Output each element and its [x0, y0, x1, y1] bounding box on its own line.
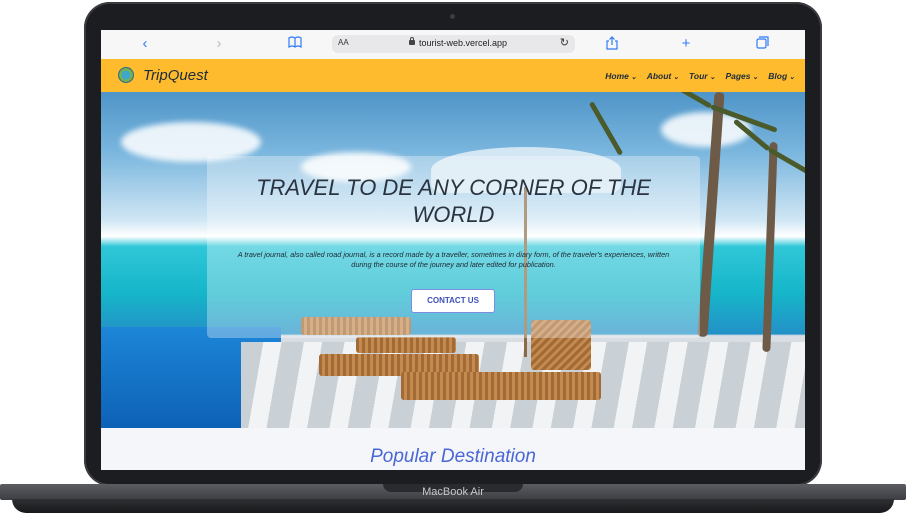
menu-item-pages[interactable]: Pages	[725, 71, 758, 81]
menu-item-home[interactable]: Home	[605, 71, 636, 81]
globe-logo-icon[interactable]	[118, 67, 134, 83]
bookmarks-icon[interactable]	[287, 36, 303, 52]
palm-frond	[657, 92, 713, 109]
lock-icon	[409, 37, 415, 45]
site-navbar: TripQuest Home About Tour Pages Blog	[101, 59, 805, 92]
hero-title: TRAVEL TO DE ANY CORNER OF THE WORLD	[256, 175, 651, 227]
tabs-overview-icon[interactable]	[754, 36, 770, 52]
menu-item-blog[interactable]: Blog	[768, 71, 795, 81]
camera-icon	[450, 14, 455, 19]
browser-screen: ‹ › AA tourist-web.vercel.app ↻ + TripQu…	[101, 30, 805, 470]
menu-item-about[interactable]: About	[647, 71, 679, 81]
address-bar[interactable]: AA tourist-web.vercel.app ↻	[332, 35, 575, 53]
laptop-base-edge	[12, 499, 894, 513]
hero-description: A travel journal, also called road journ…	[237, 250, 670, 269]
main-menu: Home About Tour Pages Blog	[605, 71, 795, 81]
section-title: Popular Destination	[370, 446, 536, 467]
palm-tree-image	[762, 141, 778, 353]
back-icon[interactable]: ‹	[137, 36, 153, 52]
new-tab-icon[interactable]: +	[678, 36, 694, 52]
site-title[interactable]: TripQuest	[143, 67, 208, 84]
forward-icon[interactable]: ›	[211, 36, 227, 52]
browser-toolbar: ‹ › AA tourist-web.vercel.app ↻ +	[101, 30, 805, 60]
menu-item-tour[interactable]: Tour	[689, 71, 715, 81]
share-icon[interactable]	[604, 36, 620, 52]
device-label: MacBook Air	[422, 486, 484, 498]
lounge-chair-image	[356, 337, 456, 353]
contact-us-button[interactable]: CONTACT US	[411, 289, 495, 313]
palm-frond	[588, 101, 624, 156]
url-text: tourist-web.vercel.app	[419, 38, 508, 48]
lounge-chair-image	[401, 372, 601, 400]
text-size-button[interactable]: AA	[338, 38, 349, 47]
reload-icon[interactable]: ↻	[560, 36, 569, 49]
hero-banner: TRAVEL TO DE ANY CORNER OF THE WORLD A t…	[101, 92, 805, 428]
